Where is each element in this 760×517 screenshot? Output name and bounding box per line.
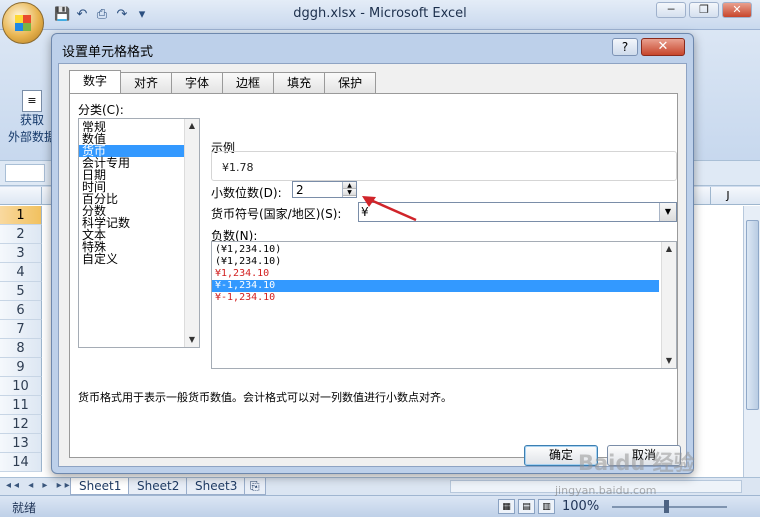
get-data-label-1: 获取	[19, 113, 44, 127]
tab-alignment[interactable]: 对齐	[120, 72, 173, 93]
excel-titlebar: 💾 ↶ ⎙ ↷ ▾ dggh.xlsx - Microsoft Excel ─ …	[0, 0, 760, 44]
row-header[interactable]: 4	[0, 263, 42, 282]
minimize-button[interactable]: ─	[656, 2, 686, 18]
dialog-title: 设置单元格格式	[62, 45, 154, 60]
restore-button[interactable]: ❐	[689, 2, 719, 18]
negative-format-item[interactable]: ¥1,234.10	[212, 268, 676, 280]
decimal-places-stepper[interactable]: 2 ▲ ▼	[292, 181, 357, 198]
scroll-up-icon[interactable]: ▲	[662, 242, 676, 256]
row-header[interactable]: 1	[0, 206, 42, 225]
row-header[interactable]: 7	[0, 320, 42, 339]
zoom-level[interactable]: 100%	[562, 499, 599, 514]
dialog-tabs: 数字 对齐 字体 边框 填充 保护	[69, 70, 377, 93]
scroll-down-icon[interactable]: ▼	[185, 333, 199, 347]
format-cells-dialog: 设置单元格格式 ? ✕ 数字 对齐 字体 边框 填充 保护 分类(C): 常规数…	[51, 33, 694, 474]
sheet-nav-arrows[interactable]: ◂◂ ◂ ▸ ▸▸	[6, 480, 73, 491]
sheet-tab-1[interactable]: Sheet1	[70, 478, 131, 495]
row-header[interactable]: 3	[0, 244, 42, 263]
row-header[interactable]: 12	[0, 415, 42, 434]
watermark-logo: Baidu 经验	[578, 451, 695, 475]
select-all-corner[interactable]	[0, 187, 42, 205]
column-header-j[interactable]: J	[710, 187, 745, 205]
window-title: dggh.xlsx - Microsoft Excel	[293, 6, 467, 21]
stepper-down-icon[interactable]: ▼	[343, 189, 356, 196]
view-buttons: ▦ ▤ ▥	[498, 499, 555, 514]
get-external-data-button[interactable]: ≡ 获取 外部数据	[8, 90, 56, 162]
help-button[interactable]: ?	[612, 38, 638, 56]
scroll-thumb[interactable]	[746, 220, 759, 410]
tab-border[interactable]: 边框	[222, 72, 275, 93]
format-description: 货币格式用于表示一般货币数值。会计格式可以对一列数值进行小数点对齐。	[78, 391, 452, 404]
annotation-arrow-icon	[362, 196, 417, 222]
name-box[interactable]	[5, 164, 45, 182]
chevron-down-icon[interactable]: ▼	[659, 203, 676, 221]
row-header[interactable]: 14	[0, 453, 42, 472]
normal-view-icon[interactable]: ▦	[498, 499, 515, 514]
dialog-body: 数字 对齐 字体 边框 填充 保护 分类(C): 常规 数值 货币 会计专用 日期 时间百…	[58, 63, 687, 467]
get-data-label-2: 外部数据	[8, 130, 57, 144]
page-break-view-icon[interactable]: ▥	[538, 499, 555, 514]
negative-format-item[interactable]: (¥1,234.10)	[212, 256, 676, 268]
tab-font[interactable]: 字体	[171, 72, 224, 93]
stepper-arrows[interactable]: ▲ ▼	[342, 182, 356, 197]
category-item[interactable]: 自定义	[79, 253, 199, 265]
scroll-down-icon[interactable]: ▼	[662, 354, 676, 368]
row-header[interactable]: 10	[0, 377, 42, 396]
sheet-tab-3[interactable]: Sheet3	[186, 478, 247, 495]
negative-format-item[interactable]: ¥-1,234.10	[212, 280, 659, 292]
category-list[interactable]: 常规 数值 货币 会计专用 日期 时间 百分比 分数 科学记数 文本 特殊 自定义 ▲ ▼	[78, 118, 200, 348]
negative-list-scrollbar[interactable]: ▲ ▼	[661, 242, 676, 368]
category-scrollbar[interactable]: ▲ ▼	[184, 119, 199, 347]
tab-fill[interactable]: 填充	[273, 72, 326, 93]
insert-sheet-icon[interactable]: ⎘	[244, 478, 266, 495]
row-header[interactable]: 9	[0, 358, 42, 377]
watermark-url: jingyan.baidu.com	[555, 484, 657, 497]
zoom-slider[interactable]	[612, 500, 727, 513]
tab-number[interactable]: 数字	[69, 70, 122, 93]
negative-format-item[interactable]: (¥1,234.10)	[212, 244, 676, 256]
negative-numbers-list[interactable]: (¥1,234.10) (¥1,234.10) ¥1,234.10 ¥-1,234.1…	[211, 241, 677, 369]
row-header[interactable]: 13	[0, 434, 42, 453]
tab-protection[interactable]: 保护	[324, 72, 377, 93]
page-layout-view-icon[interactable]: ▤	[518, 499, 535, 514]
decimal-places-value[interactable]: 2	[296, 183, 304, 197]
sample-value: ¥1.78	[222, 161, 254, 174]
row-header[interactable]: 11	[0, 396, 42, 415]
sheet-tab-2[interactable]: Sheet2	[128, 478, 189, 495]
row-header[interactable]: 5	[0, 282, 42, 301]
row-header[interactable]: 6	[0, 301, 42, 320]
status-bar: 就绪 ▦ ▤ ▥ 100%	[0, 495, 760, 517]
category-label: 分类(C):	[78, 103, 124, 117]
row-header[interactable]: 8	[0, 339, 42, 358]
currency-symbol-label: 货币符号(国家/地区)(S):	[211, 207, 342, 221]
office-button[interactable]	[2, 2, 44, 44]
decimal-places-label: 小数位数(D):	[211, 186, 282, 200]
negative-format-item[interactable]: ¥-1,234.10	[212, 292, 676, 304]
stepper-up-icon[interactable]: ▲	[343, 182, 356, 189]
number-tab-panel: 分类(C): 常规 数值 货币 会计专用 日期 时间 百分比 分数 科学记数 文本 特殊 自定义 ▲ …	[69, 93, 678, 458]
vertical-scrollbar[interactable]	[743, 206, 760, 477]
sample-box: ¥1.78	[211, 151, 677, 181]
status-ready: 就绪	[12, 501, 37, 515]
close-button[interactable]: ✕	[722, 2, 752, 18]
scroll-up-icon[interactable]: ▲	[185, 119, 199, 133]
database-icon: ≡	[22, 90, 42, 112]
row-header[interactable]: 2	[0, 225, 42, 244]
dialog-close-button[interactable]: ✕	[641, 38, 685, 56]
